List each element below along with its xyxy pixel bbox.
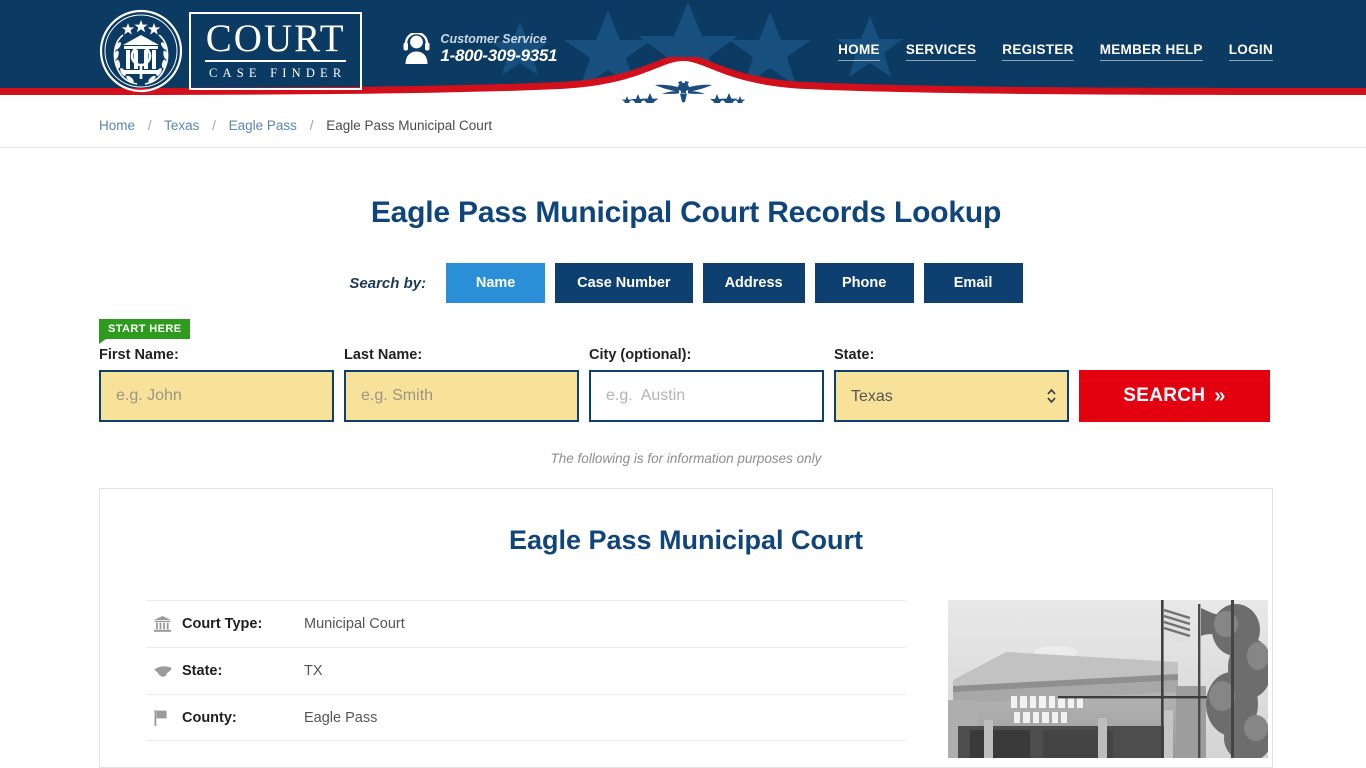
double-chevron-right-icon: »: [1214, 384, 1226, 407]
county-value: Eagle Pass: [304, 709, 378, 726]
site-header: COURT CASE FINDER Customer Service 1-800…: [0, 0, 1366, 103]
main-navigation: HOME SERVICES REGISTER MEMBER HELP LOGIN: [838, 42, 1273, 61]
nav-item-login[interactable]: LOGIN: [1228, 42, 1273, 61]
customer-service-block[interactable]: Customer Service 1-800-309-9351: [402, 32, 558, 65]
eagle-emblem-icon: [621, 81, 746, 103]
customer-service-phone[interactable]: 1-800-309-9351: [440, 46, 557, 65]
customer-service-label: Customer Service: [440, 32, 547, 46]
search-button-label: SEARCH: [1123, 385, 1206, 406]
first-name-label: First Name:: [99, 347, 179, 363]
county-label: County:: [182, 709, 237, 726]
headset-support-icon: [403, 33, 430, 65]
first-name-field-group: First Name:: [99, 347, 334, 422]
table-row: Court Type: Municipal Court: [146, 600, 906, 647]
flag-icon: [154, 709, 182, 726]
start-here-badge: START HERE: [99, 319, 191, 345]
table-row: County: Eagle Pass: [146, 694, 906, 741]
site-logo[interactable]: COURT CASE FINDER: [99, 9, 363, 93]
nav-item-register[interactable]: REGISTER: [1002, 42, 1074, 61]
court-details-table: Court Type: Municipal Court State: TX Co…: [146, 600, 906, 758]
main-content: Eagle Pass Municipal Court Records Looku…: [93, 196, 1273, 768]
state-field-group: State: Texas: [834, 347, 1069, 422]
court-type-value: Municipal Court: [304, 616, 405, 632]
state-detail-label: State:: [182, 663, 223, 679]
state-select[interactable]: Texas: [834, 370, 1069, 422]
first-name-input[interactable]: [99, 370, 334, 422]
logo-title: COURT: [205, 17, 347, 62]
tab-phone[interactable]: Phone: [814, 263, 914, 303]
last-name-label: Last Name:: [344, 347, 423, 363]
breadcrumb-separator: /: [147, 117, 152, 133]
last-name-input[interactable]: [344, 370, 579, 422]
logo-wordmark: COURT CASE FINDER: [189, 12, 363, 90]
search-by-tabs: Search by: Name Case Number Address Phon…: [99, 263, 1273, 303]
last-name-field-group: Last Name:: [344, 347, 579, 422]
search-button[interactable]: SEARCH »: [1079, 370, 1270, 422]
state-detail-value: TX: [304, 663, 323, 679]
courthouse-photo: [948, 600, 1268, 758]
nav-item-services[interactable]: SERVICES: [905, 42, 977, 61]
search-by-label: Search by:: [349, 274, 427, 292]
us-map-icon: [154, 665, 182, 678]
breadcrumb-bar: Home / Texas / Eagle Pass / Eagle Pass M…: [0, 103, 1366, 148]
court-name-heading: Eagle Pass Municipal Court: [508, 525, 864, 555]
breadcrumb-separator: /: [309, 117, 314, 133]
page-title: Eagle Pass Municipal Court Records Looku…: [370, 196, 1002, 229]
breadcrumb: Home / Texas / Eagle Pass / Eagle Pass M…: [93, 118, 1273, 133]
breadcrumb-separator: /: [212, 117, 216, 133]
city-label: City (optional):: [589, 347, 692, 363]
court-info-card: Eagle Pass Municipal Court Court Type: M…: [99, 488, 1273, 768]
city-field-group: City (optional):: [589, 347, 824, 422]
tab-address[interactable]: Address: [702, 263, 805, 303]
tab-email[interactable]: Email: [923, 263, 1023, 303]
breadcrumb-item-eagle-pass[interactable]: Eagle Pass: [229, 118, 297, 133]
court-type-label: Court Type:: [182, 616, 263, 632]
breadcrumb-item-home[interactable]: Home: [99, 118, 135, 133]
info-note: The following is for information purpose…: [550, 451, 822, 466]
nav-item-member-help[interactable]: MEMBER HELP: [1099, 42, 1203, 61]
table-row: State: TX: [146, 647, 906, 694]
logo-subtitle: CASE FINDER: [209, 66, 347, 80]
breadcrumb-item-current: Eagle Pass Municipal Court: [326, 117, 493, 133]
tab-case-number[interactable]: Case Number: [555, 263, 693, 303]
state-label: State:: [834, 347, 875, 363]
search-form: START HERE First Name: Last Name: City (…: [99, 319, 1273, 422]
nav-item-home[interactable]: HOME: [838, 42, 880, 61]
bank-building-icon: [154, 616, 182, 632]
city-input[interactable]: [589, 370, 824, 422]
breadcrumb-item-texas[interactable]: Texas: [164, 118, 199, 133]
tab-name[interactable]: Name: [446, 263, 546, 303]
court-seal-icon: [99, 9, 183, 93]
